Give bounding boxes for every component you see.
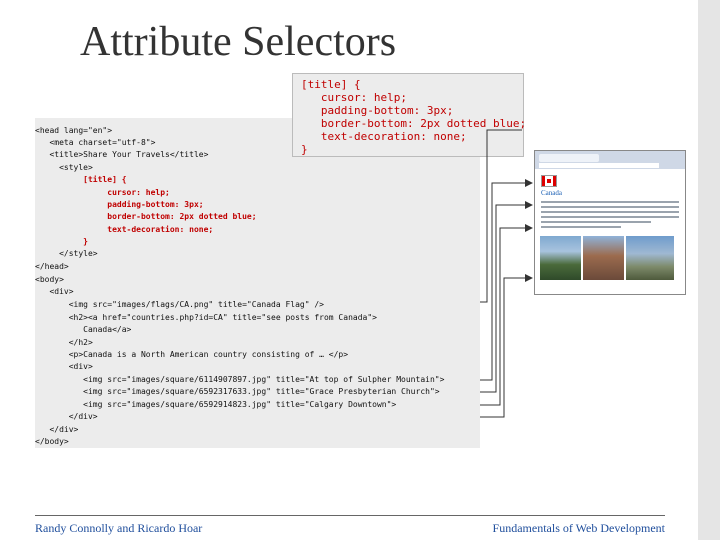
browser-heading: Canada <box>541 189 562 197</box>
text-line <box>541 206 679 208</box>
text-line <box>541 216 679 218</box>
canada-flag-icon <box>541 175 557 187</box>
arrow-flag <box>480 129 522 303</box>
browser-chrome <box>535 151 685 169</box>
footer-authors: Randy Connolly and Ricardo Hoar <box>35 521 203 535</box>
arrow-image-3 <box>480 274 533 418</box>
text-line <box>541 211 679 213</box>
arrow-heading <box>480 179 533 381</box>
arrow-image-2 <box>480 224 533 406</box>
photo-mountain <box>540 236 581 280</box>
browser-tab <box>539 154 599 162</box>
address-bar <box>539 163 659 168</box>
footer-divider <box>35 515 665 516</box>
text-line <box>541 221 651 223</box>
photo-downtown <box>626 236 674 280</box>
footer-book-title: Fundamentals of Web Development <box>492 521 665 535</box>
photo-church <box>583 236 624 280</box>
text-line <box>541 226 621 228</box>
arrow-image-1 <box>480 201 533 393</box>
text-line <box>541 201 679 203</box>
browser-preview: Canada <box>534 150 686 295</box>
